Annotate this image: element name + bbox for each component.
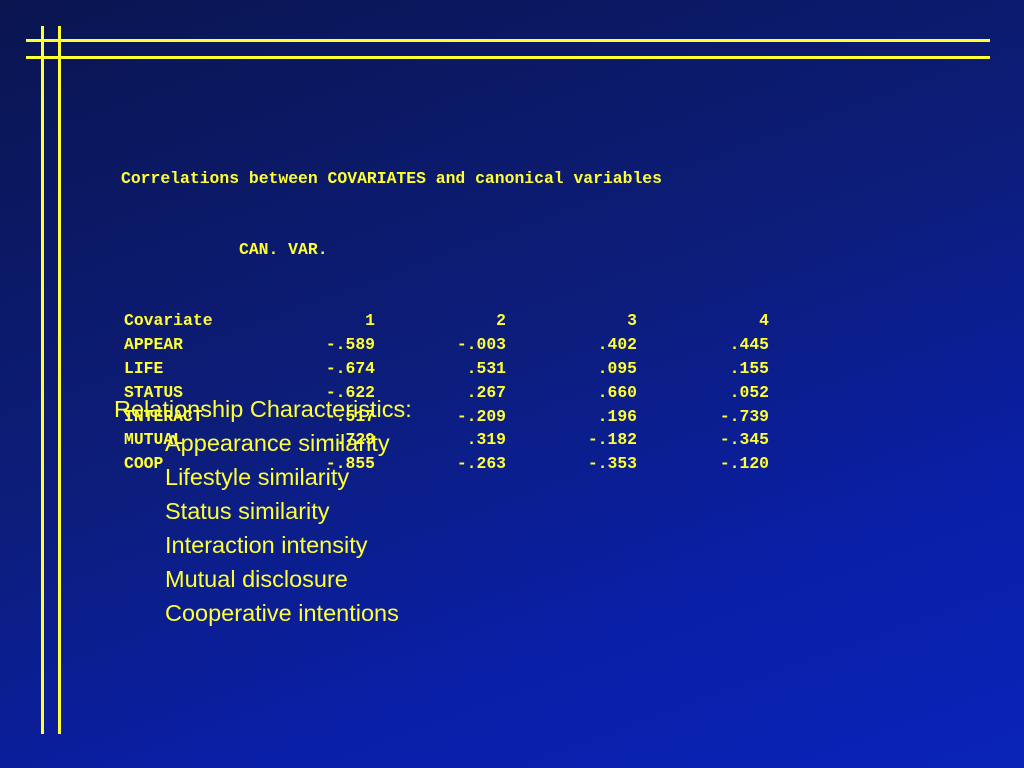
output-title: Correlations between COVARIATES and cano… (121, 168, 662, 188)
output-subheading: CAN. VAR. (239, 239, 328, 259)
table-cell: -.182 (587, 430, 637, 450)
table-cell: .155 (729, 358, 769, 378)
list-item: Lifestyle similarity (165, 464, 350, 490)
table-cell: .531 (466, 358, 506, 378)
section-heading: Relationship Characteristics: (114, 396, 412, 422)
table-row: APPEAR -.589 -.003 .402 .445 (124, 333, 769, 357)
table-cell: -.739 (719, 406, 769, 426)
decorative-vertical-line (58, 26, 61, 734)
table-cell: -.589 (325, 335, 375, 355)
decorative-vertical-line (41, 26, 44, 734)
table-cell: -.353 (587, 454, 637, 474)
table-cell: .052 (729, 382, 769, 402)
decorative-horizontal-line (26, 39, 990, 42)
table-cell: -.003 (456, 335, 506, 355)
table-cell: .445 (729, 335, 769, 355)
table-cell: -.120 (719, 454, 769, 474)
table-cell: .095 (597, 358, 637, 378)
characteristics-list: Appearance similarity Lifestyle similari… (114, 426, 412, 630)
table-header-cell: Covariate (124, 311, 213, 331)
row-label: APPEAR (124, 335, 184, 355)
table-header-cell: 1 (365, 311, 375, 331)
table-cell: -.674 (325, 358, 375, 378)
list-item: Mutual disclosure (165, 566, 348, 592)
table-header-cell: 3 (627, 311, 637, 331)
table-row: LIFE -.674 .531 .095 .155 (124, 357, 769, 381)
list-item: Interaction intensity (165, 532, 368, 558)
relationship-characteristics: Relationship Characteristics: Appearance… (114, 392, 412, 630)
table-cell: .402 (597, 335, 637, 355)
list-item: Cooperative intentions (165, 600, 399, 626)
row-label: LIFE (124, 358, 164, 378)
list-item: Status similarity (165, 498, 330, 524)
decorative-horizontal-line (26, 56, 990, 59)
table-header-cell: 4 (759, 311, 769, 331)
table-cell: .196 (597, 406, 637, 426)
table-cell: .660 (597, 382, 637, 402)
table-header-cell: 2 (496, 311, 506, 331)
table-header-row: Covariate 1 2 3 4 (124, 309, 769, 333)
list-item: Appearance similarity (165, 430, 390, 456)
table-cell: -.345 (719, 430, 769, 450)
